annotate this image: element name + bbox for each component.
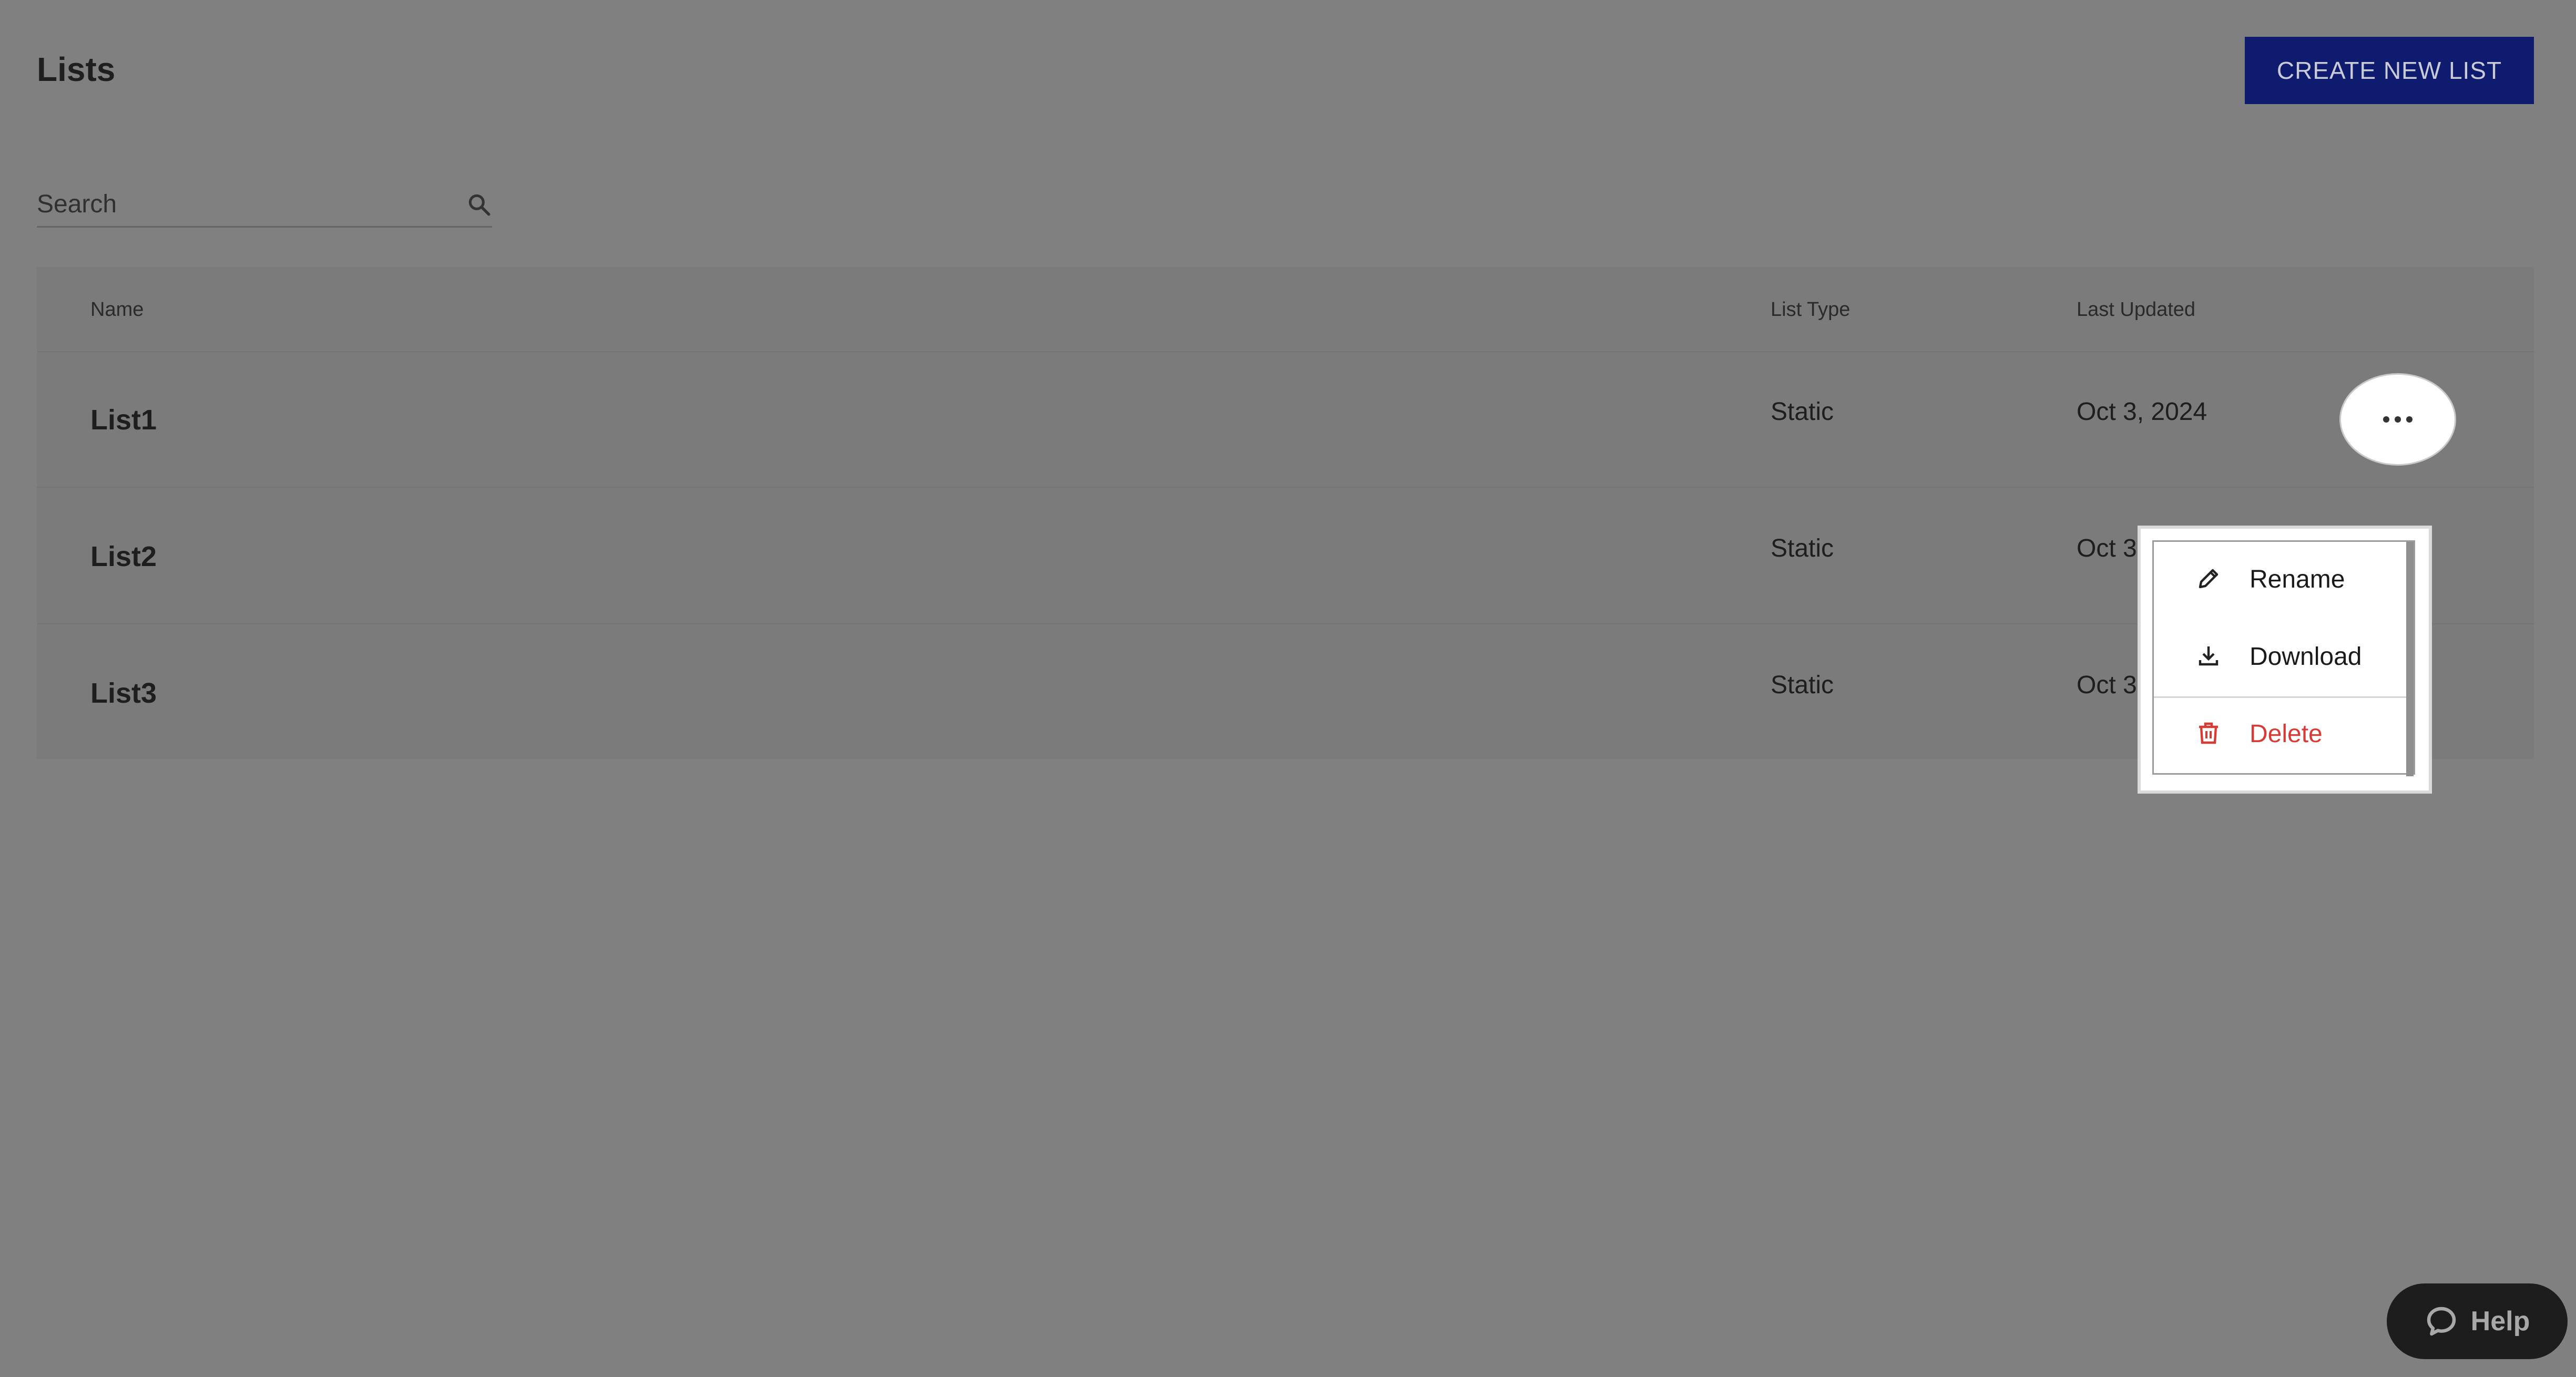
list-name: List1: [90, 404, 157, 436]
menu-item-label: Delete: [2250, 720, 2323, 748]
pencil-icon: [2199, 569, 2219, 589]
menu-item-delete[interactable]: Delete: [2154, 696, 2406, 770]
list-name: List2: [90, 541, 157, 572]
menu-item-download[interactable]: Download: [2154, 619, 2406, 693]
menu-item-label: Download: [2250, 643, 2362, 671]
column-header-list-type[interactable]: List Type: [1771, 299, 1850, 321]
create-new-list-button[interactable]: CREATE NEW LIST: [2245, 37, 2534, 104]
last-updated: Oct 3,: [2077, 535, 2144, 562]
menu-item-label: Rename: [2250, 566, 2345, 593]
search-input[interactable]: [37, 184, 447, 224]
table-header: Name List Type Last Updated: [37, 267, 2534, 352]
list-name: List3: [90, 677, 157, 709]
more-horizontal-icon: [2383, 416, 2413, 423]
table-row[interactable]: List1 Static Oct 3, 2024: [37, 351, 2534, 488]
trash-icon: [2199, 722, 2218, 744]
menu-scrollbar[interactable]: [2406, 542, 2414, 776]
list-type: Static: [1771, 535, 1834, 562]
column-header-name[interactable]: Name: [90, 299, 144, 321]
row-more-actions-button[interactable]: [2339, 373, 2456, 466]
download-icon: [2199, 646, 2219, 666]
search-icon[interactable]: [466, 191, 492, 218]
last-updated: Oct 3, 2024: [2077, 398, 2207, 426]
menu-item-rename[interactable]: Rename: [2154, 542, 2406, 615]
help-label: Help: [2470, 1306, 2530, 1337]
context-menu: Rename Download Delete: [2152, 540, 2415, 776]
list-type: Static: [1771, 398, 1834, 426]
page-title: Lists: [37, 50, 116, 88]
column-header-last-updated[interactable]: Last Updated: [2077, 299, 2195, 321]
help-button[interactable]: Help: [2387, 1283, 2568, 1359]
search-field: [37, 184, 492, 228]
list-type: Static: [1771, 671, 1834, 699]
last-updated: Oct 3,: [2077, 671, 2144, 699]
context-menu-frame: Rename Download Delete: [2138, 526, 2432, 794]
chat-bubble-icon: [2427, 1307, 2456, 1336]
